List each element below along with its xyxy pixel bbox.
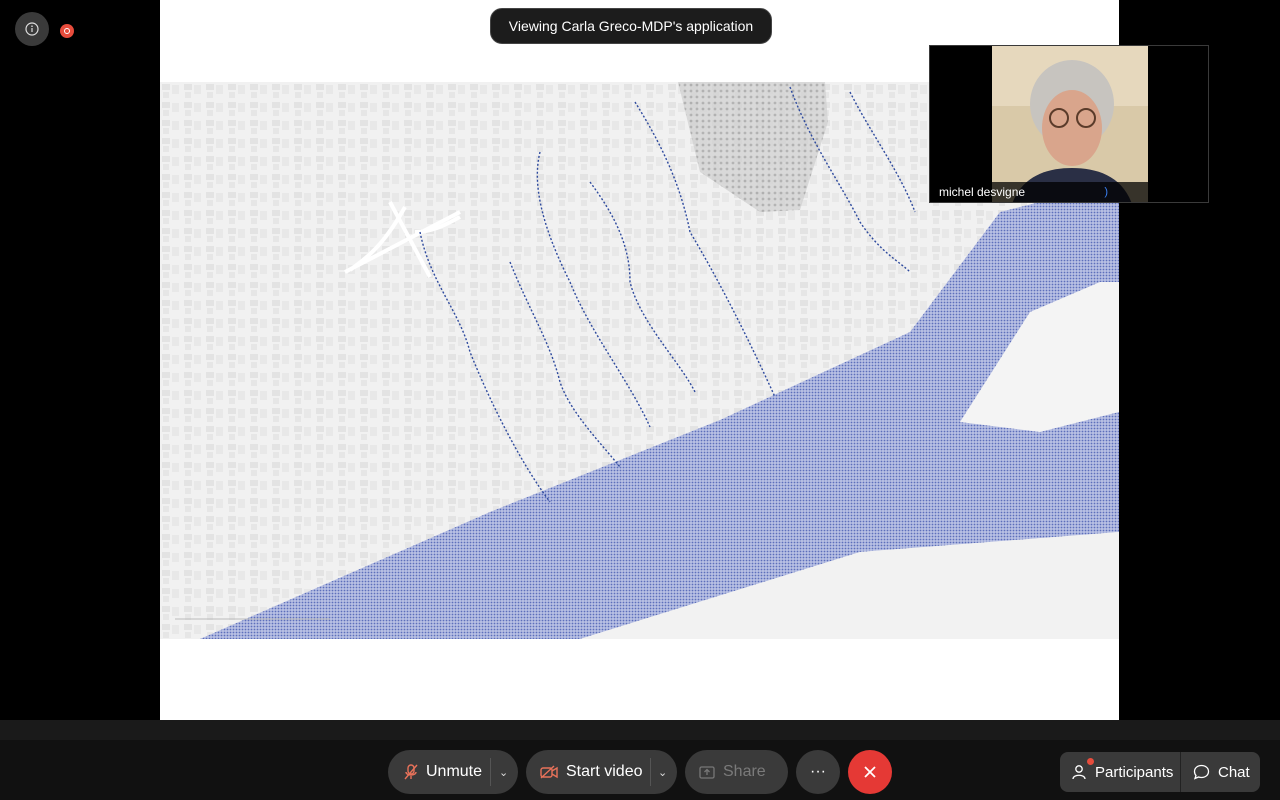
viewing-application-label: Viewing Carla Greco-MDP's application [490, 8, 772, 44]
toolbar-divider [0, 720, 1280, 740]
participant-video-tile[interactable]: michel desvigne ) [929, 45, 1209, 203]
participants-button[interactable]: Participants [1060, 752, 1181, 792]
info-icon [25, 22, 39, 36]
recording-icon [60, 24, 74, 38]
more-options-button[interactable]: ··· [796, 750, 840, 794]
end-call-button[interactable] [848, 750, 892, 794]
share-button[interactable]: Share [685, 750, 788, 794]
participants-icon [1072, 765, 1086, 780]
chat-button[interactable]: Chat [1181, 752, 1260, 792]
audio-level-icon: ) [1104, 186, 1108, 198]
share-screen-icon [699, 766, 715, 779]
participant-video-feed [992, 46, 1148, 202]
chat-icon [1193, 764, 1210, 780]
notification-dot [1087, 758, 1094, 765]
microphone-muted-icon [404, 764, 418, 780]
more-icon: ··· [810, 763, 826, 780]
unmute-button[interactable]: Unmute ⌄ [388, 750, 518, 794]
end-call-icon [864, 766, 876, 778]
camera-off-icon [540, 765, 558, 779]
chevron-down-icon[interactable]: ⌄ [499, 766, 508, 779]
meeting-toolbar: Unmute ⌄ Start video ⌄ Share ··· Partici… [0, 740, 1280, 800]
chevron-down-icon[interactable]: ⌄ [658, 766, 667, 779]
panel-buttons: Participants Chat [1060, 752, 1260, 792]
start-video-button[interactable]: Start video ⌄ [526, 750, 677, 794]
meeting-info-button[interactable] [15, 12, 49, 46]
participant-name: michel desvigne [930, 182, 1208, 202]
